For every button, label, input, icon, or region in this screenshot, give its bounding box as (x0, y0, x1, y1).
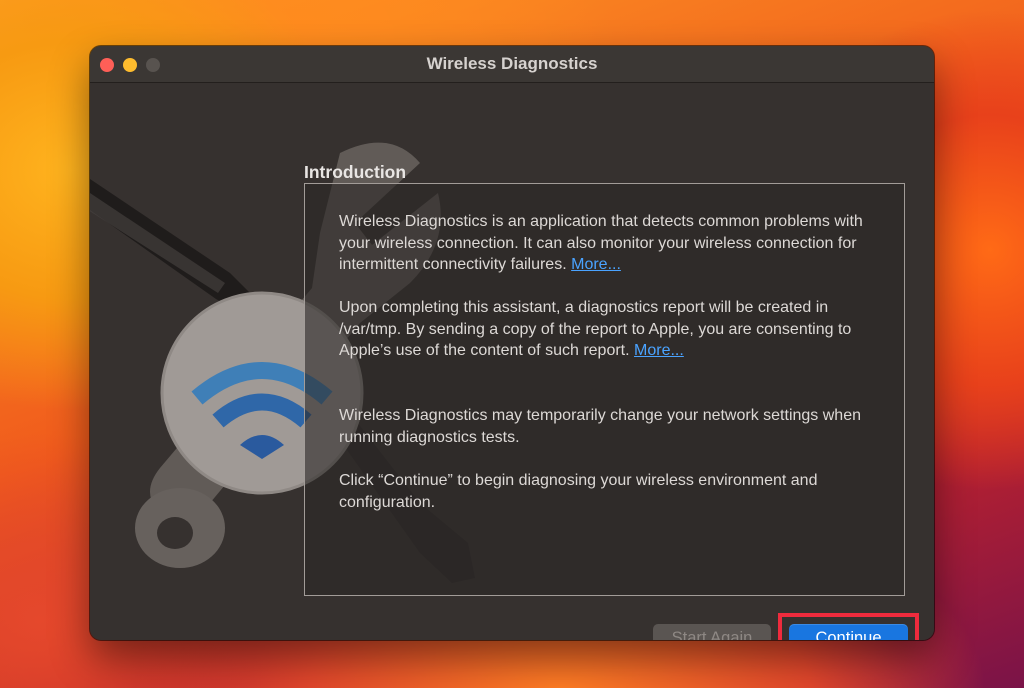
intro-paragraph-3: Wireless Diagnostics may temporarily cha… (339, 407, 861, 446)
introduction-text-panel: Wireless Diagnostics is an application t… (304, 183, 905, 596)
title-bar[interactable]: Wireless Diagnostics (90, 46, 934, 83)
paragraph-text: Upon completing this assistant, a diagno… (339, 299, 852, 359)
intro-paragraph-4: Click “Continue” to begin diagnosing you… (339, 472, 818, 511)
assistant-content: Introduction Wireless Diagnostics is an … (90, 83, 934, 640)
more-link-1[interactable]: More... (571, 256, 621, 273)
more-link-2[interactable]: More... (634, 342, 684, 359)
window-title: Wireless Diagnostics (426, 54, 598, 73)
intro-paragraph-1: Wireless Diagnostics is an application t… (339, 211, 879, 276)
start-again-button[interactable]: Start Again (653, 624, 771, 640)
continue-button[interactable]: Continue (789, 624, 908, 640)
wireless-diagnostics-window: Wireless Diagnostics Introduction Wirele… (90, 46, 934, 640)
intro-paragraph-2: Upon completing this assistant, a diagno… (339, 297, 879, 362)
page-title: Introduction (304, 162, 407, 182)
